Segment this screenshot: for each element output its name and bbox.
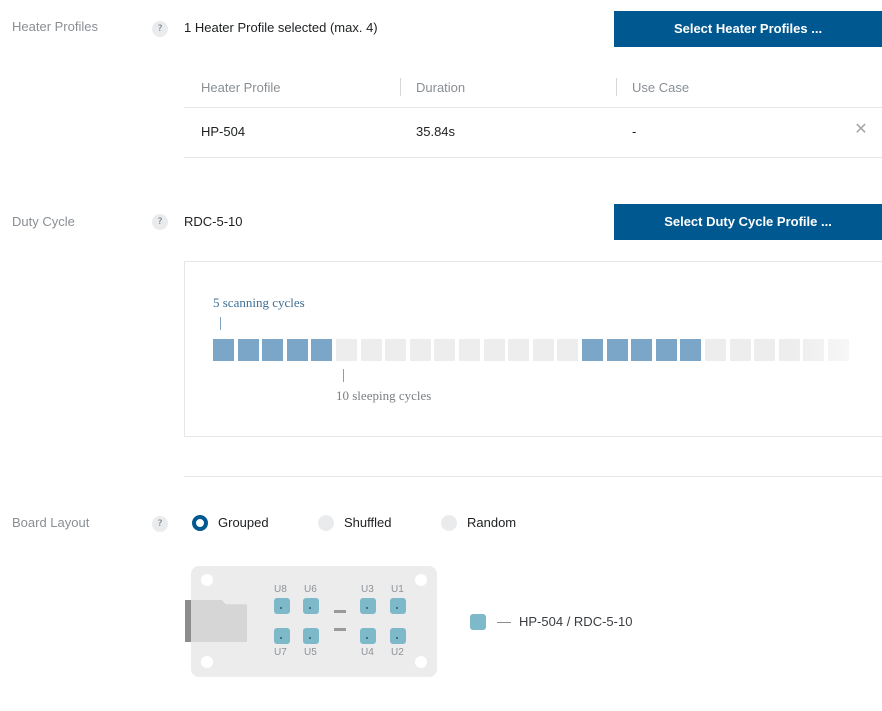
- sleeping-cycle-cell: [410, 339, 431, 361]
- scanning-cycle-cell: [607, 339, 628, 361]
- mounting-hole: [201, 574, 213, 586]
- sensor-chip: [274, 628, 290, 644]
- close-icon[interactable]: ✕: [852, 120, 870, 138]
- legend-label: HP-504 / RDC-5-10: [519, 614, 633, 629]
- radio-checked-icon[interactable]: [192, 515, 208, 531]
- board-bar: [334, 628, 346, 631]
- scanning-cycle-cell: [656, 339, 677, 361]
- help-icon[interactable]: ?: [152, 516, 168, 532]
- sleeping-cycle-cell: [434, 339, 455, 361]
- scanning-cycle-cell: [582, 339, 603, 361]
- duty-cycle-diagram: 5 scanning cycles 10 sleeping cycles: [184, 261, 882, 437]
- sensor-label: U4: [361, 647, 374, 658]
- column-header-heater-profile: Heater Profile: [201, 80, 281, 95]
- heater-profiles-table: Heater Profile Duration Use Case HP-504 …: [184, 68, 882, 158]
- board-diagram: U8 U6 U3 U1 U7 U5 U4 U2: [185, 566, 437, 677]
- sleeping-cycle-cell: [557, 339, 578, 361]
- sensor-chip: [303, 628, 319, 644]
- scanning-cycle-cell: [238, 339, 259, 361]
- sensor-chip: [360, 598, 376, 614]
- scanning-cycle-cell: [311, 339, 332, 361]
- duty-cycle-label: Duty Cycle: [12, 214, 75, 229]
- radio-grouped[interactable]: Grouped: [192, 515, 282, 531]
- board-layout-label: Board Layout: [12, 515, 90, 530]
- sensor-label: U3: [361, 584, 374, 595]
- sensor-label: U5: [304, 647, 317, 658]
- sensor-chip: [390, 628, 406, 644]
- fade-overlay: [792, 262, 882, 436]
- sensor-chip: [303, 598, 319, 614]
- radio-unchecked-icon[interactable]: [318, 515, 334, 531]
- sleeping-cycle-cell: [336, 339, 357, 361]
- help-icon[interactable]: ?: [152, 21, 168, 37]
- scanning-cycle-cell: [213, 339, 234, 361]
- sensor-label: U2: [391, 647, 404, 658]
- sensor-label: U6: [304, 584, 317, 595]
- connector: [191, 600, 247, 642]
- scanning-marker: [220, 317, 221, 330]
- sensor-chip: [390, 598, 406, 614]
- section-divider: [184, 476, 882, 477]
- sensor-chip: [274, 598, 290, 614]
- sensor-label: U8: [274, 584, 287, 595]
- heater-profiles-label: Heater Profiles: [12, 19, 98, 34]
- select-heater-profiles-button[interactable]: Select Heater Profiles ...: [614, 11, 882, 47]
- sleeping-cycle-cell: [754, 339, 775, 361]
- scanning-cycle-cell: [631, 339, 652, 361]
- radio-label: Shuffled: [344, 515, 392, 530]
- sleeping-cycle-cell: [459, 339, 480, 361]
- cell-heater-profile: HP-504: [201, 124, 246, 139]
- sleeping-cycle-cell: [361, 339, 382, 361]
- legend-swatch: [470, 614, 486, 630]
- sleeping-cycle-cell: [533, 339, 554, 361]
- sensor-label: U1: [391, 584, 404, 595]
- scanning-cycle-cell: [262, 339, 283, 361]
- sleeping-cycle-cell: [484, 339, 505, 361]
- sleeping-cycle-cell: [730, 339, 751, 361]
- sleeping-cycle-cell: [508, 339, 529, 361]
- scanning-cycles-label: 5 scanning cycles: [213, 295, 305, 310]
- radio-label: Random: [467, 515, 517, 530]
- select-duty-cycle-profile-button[interactable]: Select Duty Cycle Profile ...: [614, 204, 882, 240]
- mounting-hole: [201, 656, 213, 668]
- board-bar: [334, 610, 346, 613]
- cell-use-case: -: [632, 124, 637, 139]
- radio-random[interactable]: Random: [441, 515, 531, 531]
- legend-dash: [497, 622, 511, 623]
- column-separator: [616, 78, 617, 96]
- radio-label: Grouped: [218, 515, 269, 530]
- column-separator: [400, 78, 401, 96]
- sensor-chip: [360, 628, 376, 644]
- heater-profiles-status: 1 Heater Profile selected (max. 4): [184, 20, 378, 35]
- mounting-hole: [415, 656, 427, 668]
- radio-shuffled[interactable]: Shuffled: [318, 515, 408, 531]
- help-icon[interactable]: ?: [152, 214, 168, 230]
- sensor-label: U7: [274, 647, 287, 658]
- duty-cycle-value: RDC-5-10: [184, 214, 243, 229]
- table-header: Heater Profile Duration Use Case: [184, 68, 882, 108]
- column-header-use-case: Use Case: [632, 80, 690, 95]
- column-header-duration: Duration: [416, 80, 466, 95]
- sleeping-cycles-label: 10 sleeping cycles: [336, 388, 432, 403]
- sleeping-cycle-cell: [385, 339, 406, 361]
- scanning-cycle-cell: [680, 339, 701, 361]
- scanning-cycle-cell: [287, 339, 308, 361]
- radio-unchecked-icon[interactable]: [441, 515, 457, 531]
- sleeping-marker: [343, 369, 344, 382]
- table-row: HP-504 35.84s - ✕: [184, 108, 882, 158]
- mounting-hole: [415, 574, 427, 586]
- cell-duration: 35.84s: [416, 124, 456, 139]
- sleeping-cycle-cell: [705, 339, 726, 361]
